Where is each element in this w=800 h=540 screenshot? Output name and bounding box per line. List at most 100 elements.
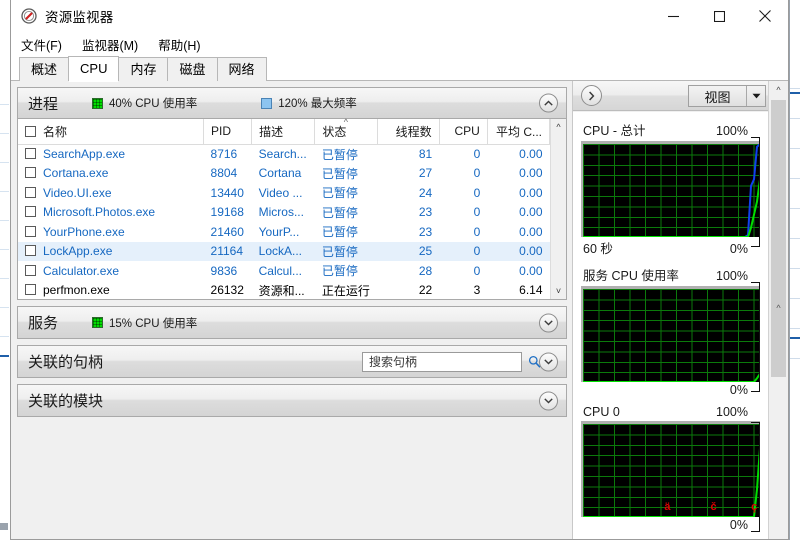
cell-name: Microsoft.Photos.exe <box>18 203 204 223</box>
graph-title: CPU 0 <box>583 405 620 419</box>
table-row[interactable]: Cortana.exe 8804 Cortana 已暂停 27 0 0.00 <box>18 164 550 184</box>
row-checkbox[interactable] <box>25 225 36 237</box>
close-button[interactable] <box>742 0 788 32</box>
column-header-pid[interactable]: PID <box>203 119 253 145</box>
right-pane-scrollbar[interactable]: ^ ^ <box>768 81 788 539</box>
menu-help[interactable]: 帮助(H) <box>158 35 200 54</box>
chevron-down-icon[interactable] <box>539 352 558 371</box>
table-row[interactable]: perfmon.exe 26132 资源和... 正在运行 22 3 6.14 <box>18 281 550 301</box>
services-panel-title: 服务 <box>28 315 59 332</box>
row-checkbox[interactable] <box>25 148 36 159</box>
right-pane-toolbar: 视图 <box>573 81 788 111</box>
row-checkbox[interactable] <box>25 186 36 198</box>
cell-cpu: 0 <box>473 205 481 220</box>
graph-header: CPU 0 100% <box>581 405 760 421</box>
scrollbar-thumb[interactable] <box>771 100 786 377</box>
graph-ymin-label: 0% <box>729 242 748 256</box>
process-name: Video.UI.exe <box>43 185 112 200</box>
content-area: 进程 40% CPU 使用率 120% 最大频率 名称 PID 描述 ^ 状态 线程数 CP… <box>11 81 788 539</box>
table-header-row: 名称 PID 描述 ^ 状态 线程数 CPU 平均 C... <box>18 118 551 145</box>
column-header-threads[interactable]: 线程数 <box>377 119 440 145</box>
column-header-label: 描述 <box>259 124 284 139</box>
background-window-left-mark <box>0 523 8 530</box>
cell-cpu: 3 <box>473 283 481 298</box>
cell-cpu: 0 <box>473 263 481 278</box>
cpu-graph-list: IT吧 CPU - 总计100%60 秒0%服务 CPU 使用率100%0%CP… <box>573 112 768 539</box>
cell-cpu: 0 <box>439 241 488 261</box>
caret-up-icon[interactable]: ^ <box>556 122 560 132</box>
services-panel-header[interactable]: 服务 15% CPU 使用率 <box>18 307 566 338</box>
handles-panel-header[interactable]: 关联的句柄 <box>18 346 566 377</box>
maximize-button[interactable] <box>696 0 742 32</box>
background-window-right-line-top <box>790 92 800 94</box>
tab-label: 网络 <box>228 62 255 77</box>
tab-磁盘[interactable]: 磁盘 <box>167 57 218 81</box>
cpu-graph-1: 服务 CPU 使用率 100% 0% <box>581 265 760 397</box>
graph-ymax-label: 100% <box>716 269 748 283</box>
select-all-checkbox[interactable] <box>25 125 36 137</box>
table-row[interactable]: SearchApp.exe 8716 Search... 已暂停 81 0 0.00 <box>18 144 550 164</box>
cell-status: 已暂停 <box>321 186 358 201</box>
table-row[interactable]: Microsoft.Photos.exe 19168 Micros... 已暂停 23 0… <box>18 203 550 223</box>
row-checkbox[interactable] <box>25 264 36 276</box>
cell-desc: 资源和... <box>258 283 305 298</box>
table-row[interactable]: LockApp.exe 21164 LockA... 已暂停 25 0 0.00 <box>18 241 550 261</box>
row-checkbox[interactable] <box>25 206 36 218</box>
tab-label: 磁盘 <box>179 62 206 77</box>
chevron-right-icon[interactable] <box>581 85 602 106</box>
tab-网络[interactable]: 网络 <box>216 57 267 81</box>
chevron-up-icon[interactable] <box>539 93 558 113</box>
caret-down-icon[interactable]: ˅ <box>556 286 561 296</box>
cell-avgcpu: 0.00 <box>519 147 543 161</box>
caption-buttons <box>650 0 788 32</box>
column-header-desc[interactable]: 描述 <box>251 119 316 145</box>
table-row[interactable]: Calculator.exe 9836 Calcul... 已暂停 28 0 0.00 <box>18 261 550 281</box>
cell-avgcpu: 0.00 <box>519 185 543 200</box>
cell-threads: 25 <box>377 241 440 261</box>
cell-name: LockApp.exe <box>18 241 204 261</box>
process-table: 名称 PID 描述 ^ 状态 线程数 CPU 平均 C... SearchApp.exe 8716… <box>18 118 551 301</box>
services-cpu-legend-label: 15% CPU 使用率 <box>109 317 198 330</box>
graph-xlabel: 60 秒 <box>583 242 613 256</box>
process-name: SearchApp.exe <box>43 147 126 161</box>
cell-pid: 13440 <box>210 185 244 200</box>
menu-file[interactable]: 文件(F) <box>21 35 62 54</box>
table-row[interactable]: Video.UI.exe 13440 Video ... 已暂停 24 0 0.00 <box>18 183 550 203</box>
graph-ymin-label: 0% <box>729 383 748 397</box>
tab-概述[interactable]: 概述 <box>19 57 70 81</box>
menu-monitor[interactable]: 监视器(M) <box>82 35 138 54</box>
cpu-graph-0: CPU - 总计 100% 60 秒 0% <box>581 120 760 257</box>
modules-panel: 关联的模块 <box>17 384 567 417</box>
graph-series-CPU 使用率 <box>583 179 760 237</box>
tab-CPU[interactable]: CPU <box>68 56 120 82</box>
triangle-down-icon[interactable] <box>747 93 765 99</box>
cell-desc: Cortana <box>258 166 302 181</box>
services-cpu-legend: 15% CPU 使用率 <box>92 315 197 331</box>
caret-up-icon[interactable]: ^ <box>769 81 788 99</box>
handle-search-box[interactable] <box>362 351 553 372</box>
column-header-cpu[interactable]: CPU <box>439 119 488 145</box>
tab-label: CPU <box>80 61 108 76</box>
column-header-name[interactable]: 名称 <box>18 119 205 145</box>
column-header-avgcpu[interactable]: 平均 C... <box>487 119 551 145</box>
column-header-status[interactable]: ^ 状态 <box>314 118 378 145</box>
cell-status: 已暂停 <box>321 205 358 220</box>
graph-ymax-label: 100% <box>716 124 748 138</box>
row-checkbox[interactable] <box>25 284 36 296</box>
cell-desc: Video ... <box>258 185 303 200</box>
column-header-label: 名称 <box>43 124 68 139</box>
table-row[interactable]: YourPhone.exe 21460 YourP... 已暂停 23 0 0.00 <box>18 222 550 242</box>
handle-search-input[interactable] <box>363 354 528 369</box>
minimize-button[interactable] <box>650 0 696 32</box>
cpu-graph-2: CPU 0 100% ä č ç 0% <box>581 405 760 532</box>
row-checkbox[interactable] <box>25 245 36 257</box>
modules-panel-header[interactable]: 关联的模块 <box>18 385 566 416</box>
view-button[interactable]: 视图 <box>688 85 766 107</box>
row-checkbox[interactable] <box>25 167 36 179</box>
chevron-down-icon[interactable] <box>539 391 558 410</box>
tab-内存[interactable]: 内存 <box>118 57 169 81</box>
process-table-scrollbar[interactable]: ^ ˅ <box>550 119 566 299</box>
background-window-right-rows <box>790 88 800 388</box>
chevron-down-icon[interactable] <box>539 313 558 332</box>
processes-panel-header[interactable]: 进程 40% CPU 使用率 120% 最大频率 <box>18 88 566 119</box>
